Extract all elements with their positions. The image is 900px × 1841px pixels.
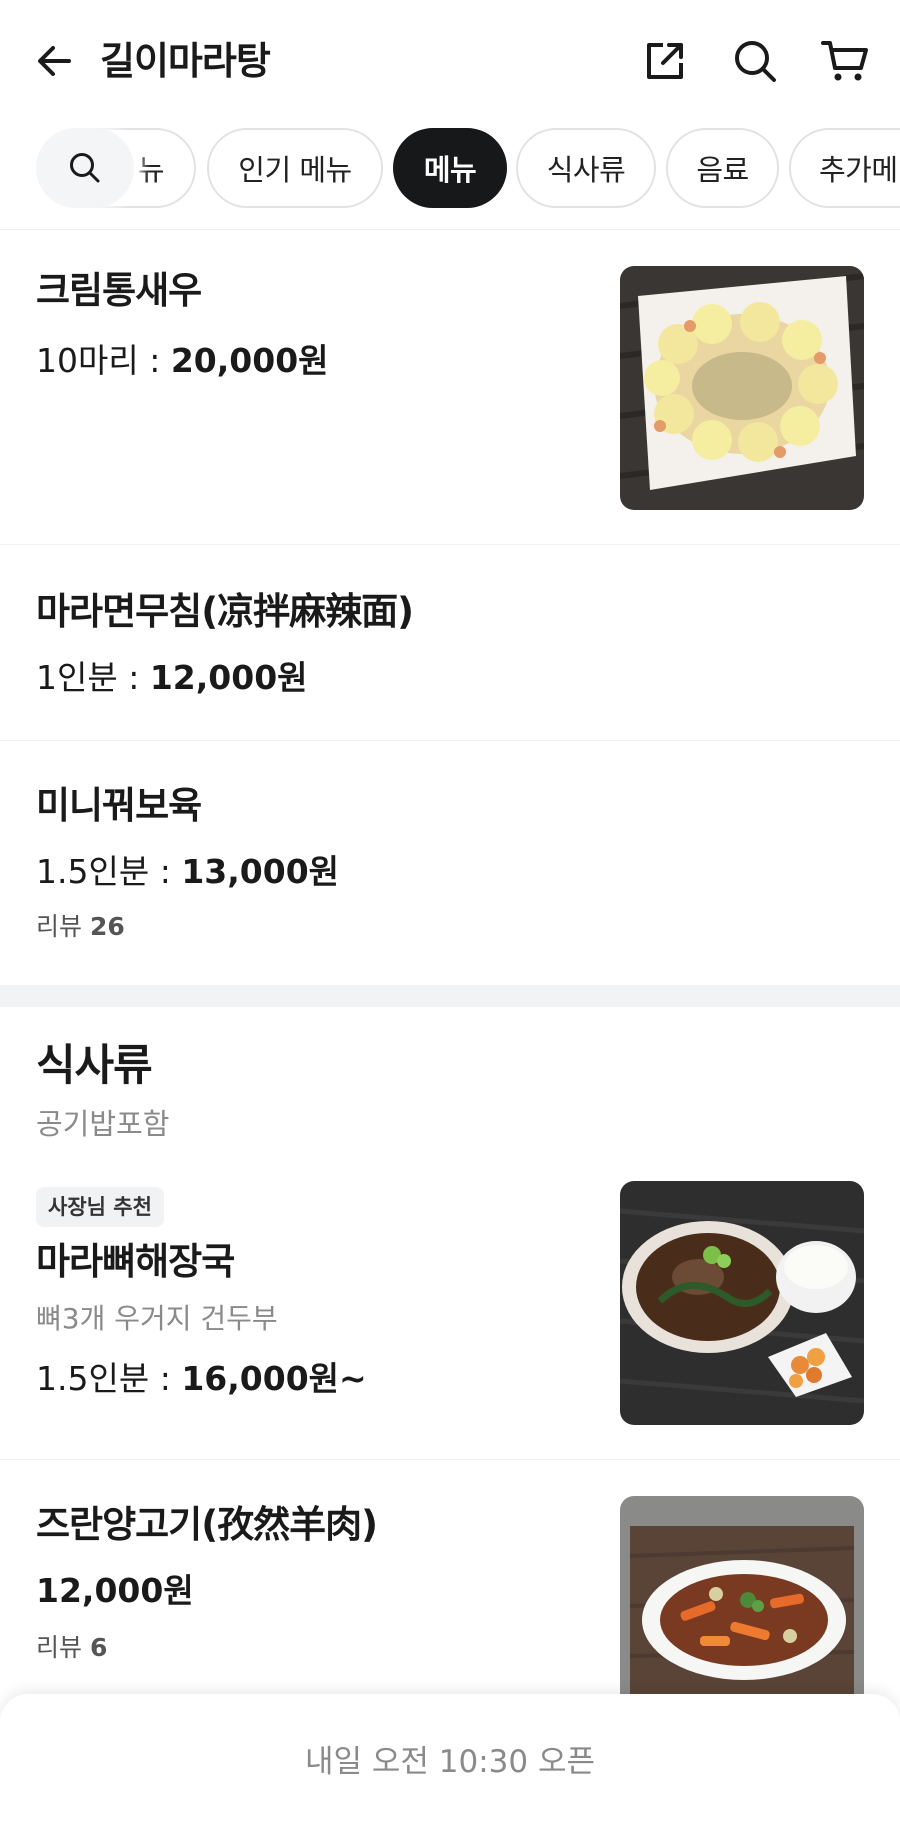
top-app-bar: 길이마라탕	[0, 0, 900, 120]
item-price: 12,000원	[36, 1571, 194, 1610]
item-price: 1.5인분 : 16,000원~	[36, 1359, 367, 1398]
search-button[interactable]	[726, 32, 784, 90]
recommend-badge: 사장님 추천	[36, 1187, 164, 1227]
item-name: 즈란양고기(孜然羊肉)	[36, 1503, 378, 1546]
tab-extras[interactable]: 추가메	[789, 128, 900, 208]
menu-search-button[interactable]	[36, 128, 134, 208]
arrow-left-icon	[38, 46, 71, 76]
back-button[interactable]	[30, 36, 80, 86]
item-name: 마라뼈해장국	[36, 1240, 235, 1283]
section-subtitle: 공기밥포함	[36, 1107, 170, 1141]
menu-item[interactable]: 즈란양고기(孜然羊肉) 12,000원 리뷰 6	[0, 1460, 900, 1740]
item-name: 미니꿔보육	[36, 784, 202, 827]
tab-menu[interactable]: 메뉴	[393, 128, 507, 208]
menu-item[interactable]: 마라면무침(凉拌麻辣面) 1인분 : 12,000원	[0, 545, 900, 741]
item-price: 10마리 : 20,000원	[36, 341, 329, 380]
search-icon	[735, 41, 776, 82]
tab-meals[interactable]: 식사류	[516, 128, 656, 208]
tab-popular[interactable]: 인기 메뉴	[207, 128, 383, 208]
section-title: 식사류	[36, 1041, 153, 1091]
category-tabs: 뉴 인기 메뉴 메뉴 식사류 음료 추가메	[0, 120, 900, 230]
cart-button[interactable]	[816, 32, 874, 90]
tab-drinks[interactable]: 음료	[666, 128, 779, 208]
open-time-text: 내일 오전 10:30 오픈	[304, 1744, 596, 1780]
review-count: 리뷰 6	[36, 1633, 108, 1662]
item-description: 뼈3개 우거지 건두부	[36, 1302, 278, 1335]
section-divider	[0, 985, 900, 1007]
item-name: 마라면무침(凉拌麻辣面)	[36, 590, 414, 633]
review-count: 리뷰 26	[36, 912, 125, 941]
search-icon	[70, 153, 100, 183]
cart-icon	[821, 41, 868, 81]
item-name: 크림통새우	[36, 269, 202, 312]
menu-item[interactable]: 사장님 추천 마라뼈해장국 뼈3개 우거지 건두부 1.5인분 : 16,000…	[0, 1160, 900, 1460]
item-photo	[620, 1181, 864, 1425]
menu-item[interactable]: 미니꿔보육 1.5인분 : 13,000원 리뷰 26	[0, 741, 900, 985]
bottom-status-bar: 내일 오전 10:30 오픈	[0, 1694, 900, 1841]
share-icon	[647, 43, 683, 79]
menu-item[interactable]: 크림통새우 10마리 : 20,000원	[0, 230, 900, 545]
item-photo	[620, 266, 864, 510]
share-button[interactable]	[636, 32, 694, 90]
item-price: 1인분 : 12,000원	[36, 658, 308, 697]
item-price: 1.5인분 : 13,000원	[36, 852, 340, 891]
store-title: 길이마라탕	[100, 39, 271, 83]
